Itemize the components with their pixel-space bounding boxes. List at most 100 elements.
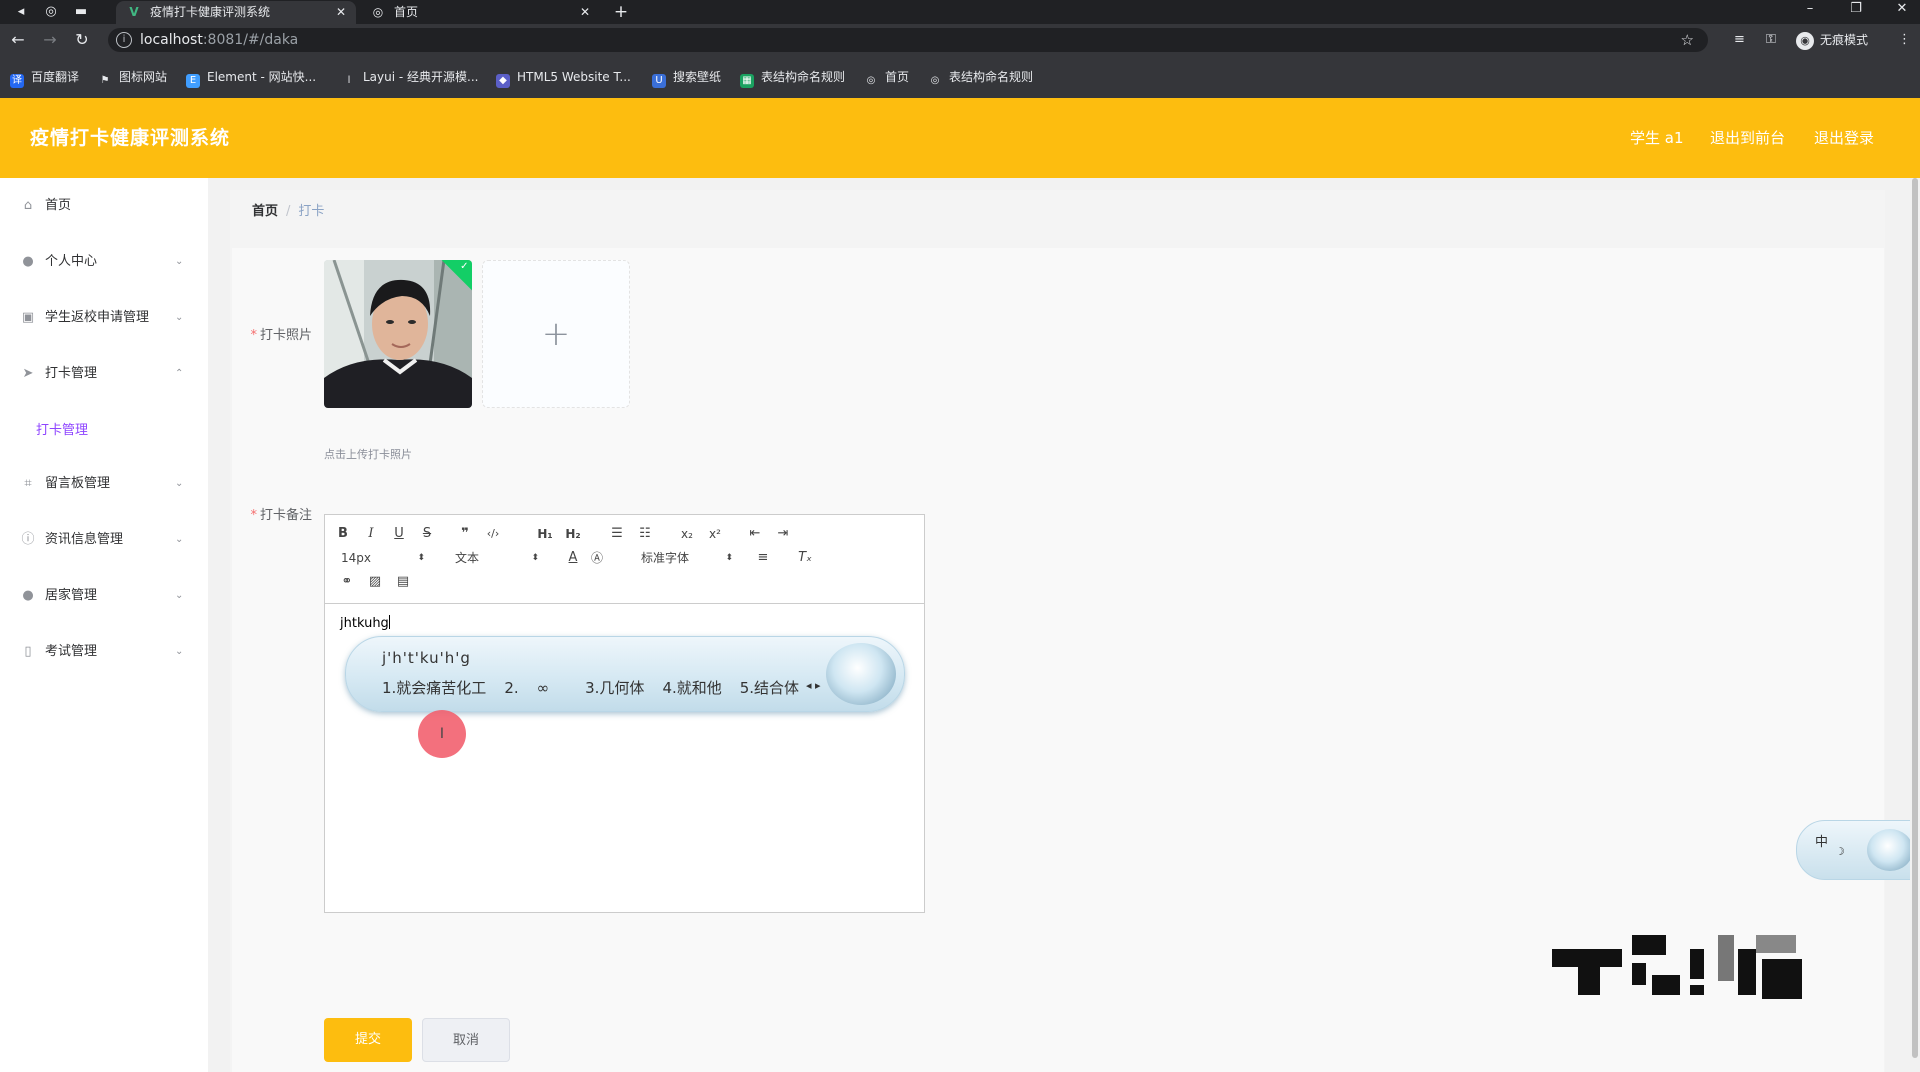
required-asterisk: * xyxy=(250,508,257,523)
background-color-icon[interactable]: Ⓐ xyxy=(587,549,607,567)
editor-content[interactable]: jhtkuhg xyxy=(340,615,390,631)
back-icon[interactable]: ← xyxy=(8,30,28,50)
ime-candidate[interactable]: 1.就会痛苦化工 xyxy=(382,679,486,697)
sidebar-item-message-board[interactable]: ⌗ 留言板管理 ⌄ xyxy=(0,456,208,512)
italic-icon[interactable]: I xyxy=(361,525,381,543)
tab-search-icon[interactable]: ▬ xyxy=(72,3,90,21)
ime-composition: j'h't'ku'h'g xyxy=(382,649,471,667)
home-icon: ⌂ xyxy=(23,198,33,213)
scrollbar-thumb[interactable] xyxy=(1912,178,1918,1058)
page-scrollbar[interactable] xyxy=(1910,178,1920,1072)
bookmark-item[interactable]: U 搜索壁纸 xyxy=(652,56,721,98)
sidebar-item-checkin[interactable]: ➤ 打卡管理 ⌃ xyxy=(0,346,208,402)
bookmark-item[interactable]: l Layui - 经典开源模... xyxy=(342,56,479,98)
font-family-select[interactable]: 标准字体 ⬍ xyxy=(641,549,733,567)
underline-icon[interactable]: U xyxy=(389,525,409,543)
header-1-icon[interactable]: H₁ xyxy=(535,525,555,543)
bookmark-item[interactable]: ◆ HTML5 Website T... xyxy=(496,56,631,98)
user-icon: ● xyxy=(22,254,34,269)
user-icon: ● xyxy=(22,588,34,603)
vue-v-icon: V xyxy=(129,5,139,19)
bookmark-item[interactable]: 译百度翻译 xyxy=(10,56,79,98)
submit-button[interactable]: 提交 xyxy=(324,1018,412,1062)
ime-candidate[interactable]: 2. ∞ xyxy=(504,679,567,697)
bookmark-star-icon[interactable]: ☆ xyxy=(1681,28,1694,52)
key-icon[interactable]: ⚿ xyxy=(1766,30,1776,50)
bookmark-item[interactable]: ◎ 首页 xyxy=(864,56,909,98)
close-tab-icon[interactable]: ✕ xyxy=(336,1,346,24)
restore-icon[interactable]: ❐ xyxy=(1836,0,1876,20)
ime-candidate[interactable]: 3.几何体 xyxy=(585,679,644,697)
header-2-icon[interactable]: H₂ xyxy=(563,525,583,543)
forward-icon[interactable]: → xyxy=(40,30,60,50)
url-input[interactable]: i localhost:8081/#/daka ☆ xyxy=(108,28,1708,52)
outdent-icon[interactable]: ⇤ xyxy=(745,525,765,543)
strike-icon[interactable]: S xyxy=(417,525,437,543)
ime-status-bar[interactable]: 中 ☽ xyxy=(1796,820,1920,880)
sidebar-item-return-application[interactable]: ▣ 学生返校申请管理 ⌄ xyxy=(0,290,208,346)
browser-tab-active[interactable]: V 疫情打卡健康评测系统 ✕ xyxy=(116,1,356,24)
site-info-icon[interactable]: i xyxy=(116,32,132,48)
close-tab-icon[interactable]: ✕ xyxy=(580,1,590,24)
upload-tip: 点击上传打卡照片 xyxy=(324,448,412,461)
subscript-icon[interactable]: x₂ xyxy=(677,525,697,543)
globe-icon: ◎ xyxy=(930,75,940,86)
image-icon[interactable]: ▨ xyxy=(365,573,385,591)
bookmark-item[interactable]: ⚑ 图标网站 xyxy=(98,56,168,98)
back-to-front-link[interactable]: 退出到前台 xyxy=(1710,98,1785,178)
bookmark-item[interactable]: E Element - 网站快... xyxy=(186,56,316,98)
portrait-image xyxy=(324,260,472,408)
superscript-icon[interactable]: x² xyxy=(705,525,725,543)
ime-candidate[interactable]: 5.结合体 xyxy=(740,679,799,697)
speaker-icon[interactable]: ◂ xyxy=(12,3,30,21)
chevron-up-icon: ⌃ xyxy=(175,368,184,379)
sidebar-item-news[interactable]: ⓘ 资讯信息管理 ⌄ xyxy=(0,512,208,568)
reload-icon[interactable]: ↻ xyxy=(72,30,92,50)
blockquote-icon[interactable]: ❞ xyxy=(455,525,475,543)
clear-format-icon[interactable]: Tₓ xyxy=(795,549,815,567)
upload-photo-button[interactable]: + xyxy=(482,260,630,408)
bold-icon[interactable]: B xyxy=(333,525,353,543)
new-tab-icon[interactable]: + xyxy=(612,3,630,21)
sidebar-item-home[interactable]: ⌂ 首页 xyxy=(0,178,208,234)
chevron-down-icon: ⌄ xyxy=(175,534,184,545)
font-size-select[interactable]: 14px ⬍ xyxy=(341,549,425,567)
ime-skin-decoration xyxy=(826,643,896,705)
browser-tab[interactable]: ◎ 首页 ✕ xyxy=(360,1,600,24)
check-icon: ✓ xyxy=(460,260,469,272)
globe-icon: ◎ xyxy=(372,5,384,19)
bookmark-item[interactable]: ◎ 表结构命名规则 xyxy=(928,56,1033,98)
ordered-list-icon[interactable]: ☰ xyxy=(607,525,627,543)
font-color-icon[interactable]: A xyxy=(563,549,583,567)
sidebar-item-exam[interactable]: ▯ 考试管理 ⌄ xyxy=(0,624,208,680)
bookmark-item[interactable]: ▦ 表结构命名规则 xyxy=(740,56,845,98)
uploaded-photo[interactable]: ✓ xyxy=(324,260,472,408)
close-window-icon[interactable]: ✕ xyxy=(1882,0,1920,20)
text-cursor-icon: I xyxy=(439,726,445,742)
menu-kebab-icon[interactable]: ⋮ xyxy=(1898,30,1911,50)
link-icon[interactable]: ⚭ xyxy=(337,573,357,591)
sidebar-item-home-stay[interactable]: ● 居家管理 ⌄ xyxy=(0,568,208,624)
sidebar-item-profile[interactable]: ● 个人中心 ⌄ xyxy=(0,234,208,290)
sidebar-subitem-checkin[interactable]: 打卡管理 xyxy=(0,406,208,456)
globe-icon[interactable]: ◎ xyxy=(42,3,60,21)
header-select[interactable]: 文本 ⬍ xyxy=(455,549,539,567)
indent-icon[interactable]: ⇥ xyxy=(773,525,793,543)
select-caret-icon: ⬍ xyxy=(531,553,539,563)
logout-link[interactable]: 退出登录 xyxy=(1814,98,1874,178)
ime-next-page-icon[interactable]: ◂ ▸ xyxy=(806,679,821,692)
app-title: 疫情打卡健康评测系统 xyxy=(30,127,231,149)
cancel-button[interactable]: 取消 xyxy=(422,1018,510,1062)
minimize-icon[interactable]: – xyxy=(1790,0,1830,20)
incognito-indicator[interactable]: ◉ 无痕模式 xyxy=(1796,28,1868,52)
code-block-icon[interactable]: ‹/› xyxy=(483,525,503,543)
breadcrumb-home[interactable]: 首页 xyxy=(252,204,278,219)
ime-candidate[interactable]: 4.就和他 xyxy=(662,679,721,697)
reading-list-icon[interactable]: ≡ xyxy=(1734,30,1745,50)
breadcrumb-separator: / xyxy=(286,204,291,219)
video-icon[interactable]: ▤ xyxy=(393,573,413,591)
align-icon[interactable]: ≡ xyxy=(753,549,773,567)
breadcrumb-current: 打卡 xyxy=(298,204,325,219)
ime-skin-decoration xyxy=(1867,829,1913,871)
bullet-list-icon[interactable]: ☷ xyxy=(635,525,655,543)
